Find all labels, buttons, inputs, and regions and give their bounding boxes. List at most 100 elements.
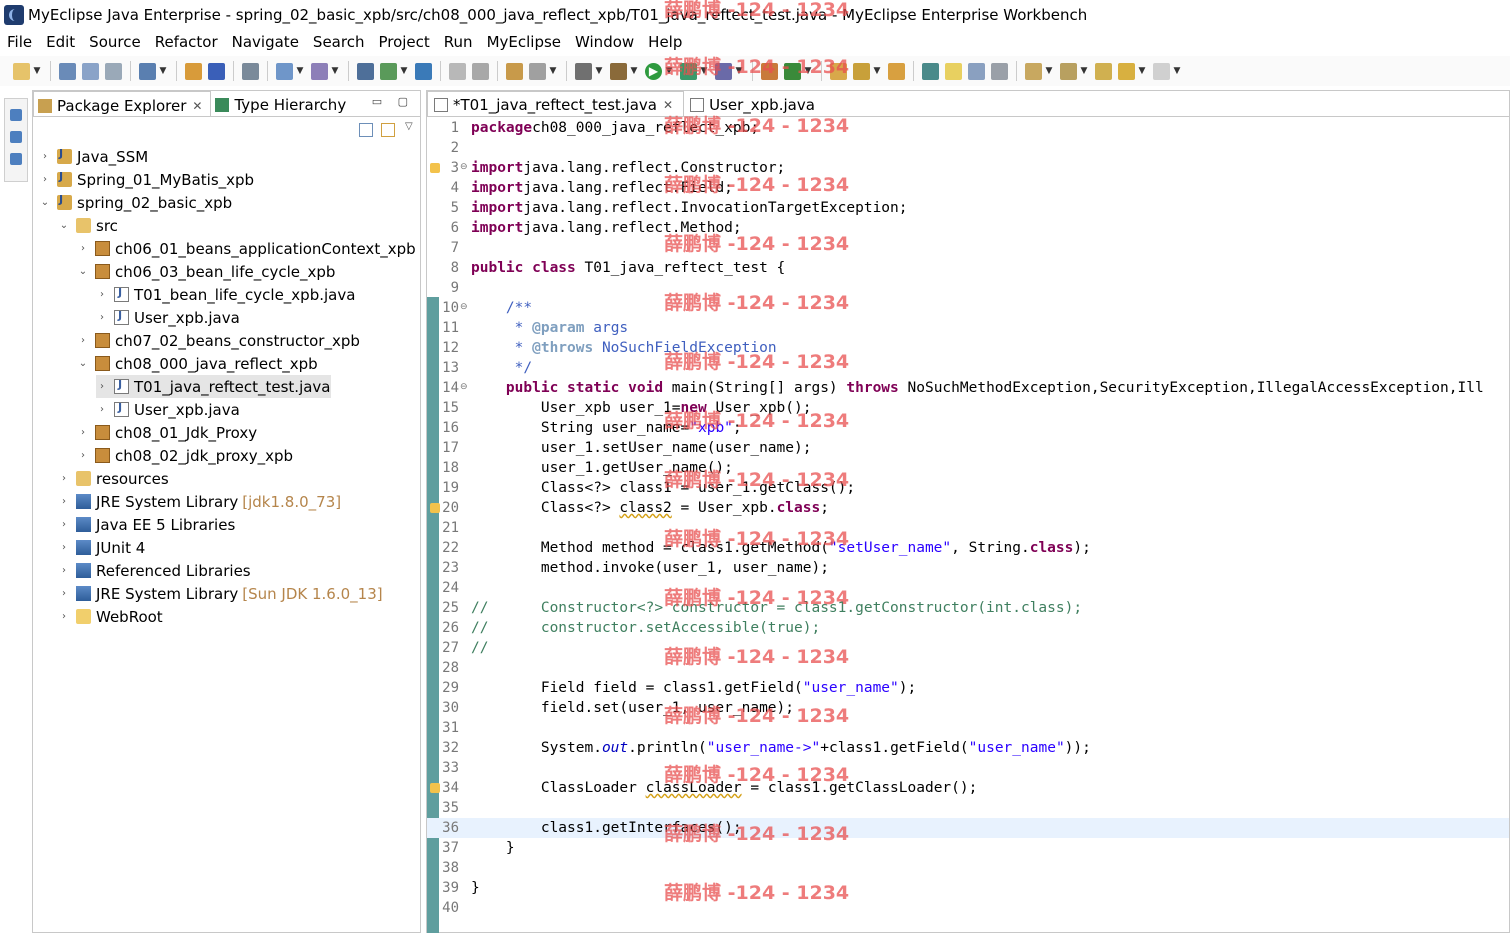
chevron-right-icon[interactable]: › [58, 473, 70, 484]
menu-myeclipse[interactable]: MyEclipse [480, 33, 568, 51]
chevron-right-icon[interactable]: › [77, 450, 89, 461]
menu-refactor[interactable]: Refactor [148, 33, 225, 51]
debug-icon[interactable] [610, 62, 627, 80]
save-icon[interactable] [59, 62, 76, 80]
link-with-editor-icon[interactable] [381, 123, 395, 137]
chevron-down-icon[interactable]: ▼ [331, 63, 339, 80]
globe-icon[interactable] [415, 62, 432, 80]
close-icon[interactable]: ✕ [192, 99, 202, 113]
block-select-icon[interactable] [968, 62, 985, 80]
menu-project[interactable]: Project [371, 33, 436, 51]
chevron-down-icon[interactable]: ▼ [595, 63, 603, 80]
chevron-down-icon[interactable]: ▼ [873, 63, 881, 80]
tab-type-hierarchy[interactable]: Type Hierarchy [211, 91, 354, 116]
coverage-icon[interactable] [715, 62, 732, 80]
code-line[interactable]: 36 class1.getInterfaces(); [427, 818, 1509, 838]
code-line[interactable]: 11 * @param args [427, 318, 1509, 338]
chevron-right-icon[interactable]: › [58, 496, 70, 507]
restore-icon[interactable] [10, 109, 22, 121]
new-icon[interactable] [13, 62, 30, 80]
print-icon[interactable] [105, 62, 122, 80]
chevron-down-icon[interactable]: ▼ [296, 63, 304, 80]
code-line[interactable]: 5 importjava.lang.reflect.InvocationTarge… [427, 198, 1509, 218]
code-line[interactable]: 37 } [427, 838, 1509, 858]
chevron-down-icon[interactable]: ⌄ [77, 266, 89, 277]
chevron-right-icon[interactable]: › [58, 565, 70, 576]
chevron-down-icon[interactable]: ▼ [159, 63, 167, 80]
open-type-icon[interactable] [506, 62, 523, 80]
code-line[interactable]: 31 [427, 718, 1509, 738]
code-line[interactable]: 33 [427, 758, 1509, 778]
code-line[interactable]: 35 [427, 798, 1509, 818]
tree-item[interactable]: › Java EE 5 Libraries [58, 513, 235, 536]
terminal-icon[interactable] [575, 62, 592, 80]
code-line[interactable]: 16 String user_name="xpb"; [427, 418, 1509, 438]
code-line[interactable]: 15 User_xpb user_1=new User_xpb(); [427, 398, 1509, 418]
code-line[interactable]: 27 // [427, 638, 1509, 658]
back-icon[interactable] [1118, 62, 1135, 80]
chevron-right-icon[interactable]: › [58, 611, 70, 622]
code-line[interactable]: 30 field.set(user_1, user_name); [427, 698, 1509, 718]
refresh-icon[interactable] [472, 62, 489, 80]
code-line[interactable]: 6 importjava.lang.reflect.Method; [427, 218, 1509, 238]
run-server-icon[interactable] [380, 62, 397, 80]
tree-item[interactable]: ⌄ ch06_03_bean_life_cycle_xpb [77, 260, 336, 283]
chevron-right-icon[interactable]: › [77, 427, 89, 438]
code-line[interactable]: 17 user_1.setUser_name(user_name); [427, 438, 1509, 458]
run-icon[interactable]: ▶ [645, 62, 662, 80]
chevron-right-icon[interactable]: › [58, 588, 70, 599]
menu-search[interactable]: Search [306, 33, 372, 51]
tree-item[interactable]: ⌄ spring_02_basic_xpb [39, 191, 232, 214]
new-class-icon[interactable] [761, 62, 778, 80]
collapse-all-icon[interactable] [359, 123, 373, 137]
code-line[interactable]: 29 Field field = class1.getField("user_n… [427, 678, 1509, 698]
code-line[interactable]: 7 [427, 238, 1509, 258]
code-line[interactable]: 13 */ [427, 358, 1509, 378]
tree-item[interactable]: › JRE System Library [jdk1.8.0_73] [58, 490, 341, 513]
tree-item[interactable]: › ch07_02_beans_constructor_xpb [77, 329, 360, 352]
chevron-right-icon[interactable]: › [39, 151, 51, 162]
code-line[interactable]: 24 [427, 578, 1509, 598]
tree-item[interactable]: › JUnit 4 [58, 536, 145, 559]
chevron-right-icon[interactable]: › [58, 542, 70, 553]
tree-item[interactable]: › Spring_01_MyBatis_xpb [39, 168, 254, 191]
console-icon[interactable] [10, 153, 22, 165]
last-edit-icon[interactable] [1095, 62, 1112, 80]
chevron-right-icon[interactable]: › [96, 381, 108, 392]
code-line[interactable]: 28 [427, 658, 1509, 678]
web-services-icon[interactable] [357, 62, 374, 80]
chevron-down-icon[interactable]: ▼ [400, 63, 408, 80]
prev-annotation-icon[interactable] [1060, 62, 1077, 80]
code-line[interactable]: 1 packagech08_000_java_reflect_xpb; [427, 118, 1509, 138]
close-icon[interactable]: ✕ [663, 98, 673, 112]
code-line[interactable]: 14 ⊖ public static void main(String[] arg… [427, 378, 1509, 398]
code-line[interactable]: 21 [427, 518, 1509, 538]
task-icon[interactable] [529, 62, 546, 80]
code-line[interactable]: 23 method.invoke(user_1, user_name); [427, 558, 1509, 578]
forward-icon[interactable] [1153, 62, 1170, 80]
menu-window[interactable]: Window [568, 33, 641, 51]
tab-package-explorer[interactable]: Package Explorer ✕ [33, 91, 212, 116]
tree-item[interactable]: › User_xpb.java [96, 306, 240, 329]
chevron-down-icon[interactable]: ▼ [549, 63, 557, 80]
code-line[interactable]: 2 [427, 138, 1509, 158]
fold-toggle-icon[interactable]: ⊖ [460, 302, 468, 312]
code-line[interactable]: 8 public class T01_java_reftect_test { [427, 258, 1509, 278]
server-icon[interactable] [242, 62, 259, 80]
menu-file[interactable]: File [0, 33, 39, 51]
tree-item[interactable]: ⌄ src [58, 214, 118, 237]
warning-icon[interactable] [430, 783, 440, 793]
chevron-right-icon[interactable]: › [77, 335, 89, 346]
chevron-down-icon[interactable]: ▼ [665, 63, 673, 80]
tab-t01-java-reftect-test[interactable]: *T01_java_reftect_test.java ✕ [427, 91, 685, 116]
code-line[interactable]: 12 * @throws NoSuchFieldException [427, 338, 1509, 358]
tree-item[interactable]: › ch06_01_beans_applicationContext_xpb [77, 237, 416, 260]
warning-icon[interactable] [430, 163, 440, 173]
menu-edit[interactable]: Edit [39, 33, 82, 51]
tab-user-xpb[interactable]: User_xpb.java [684, 91, 825, 116]
open-folder-icon[interactable] [830, 62, 847, 80]
tree-item[interactable]: › T01_bean_life_cycle_xpb.java [96, 283, 355, 306]
chevron-down-icon[interactable]: ▼ [630, 63, 638, 80]
run-external-icon[interactable] [680, 62, 697, 80]
deploy-icon[interactable] [208, 62, 225, 80]
